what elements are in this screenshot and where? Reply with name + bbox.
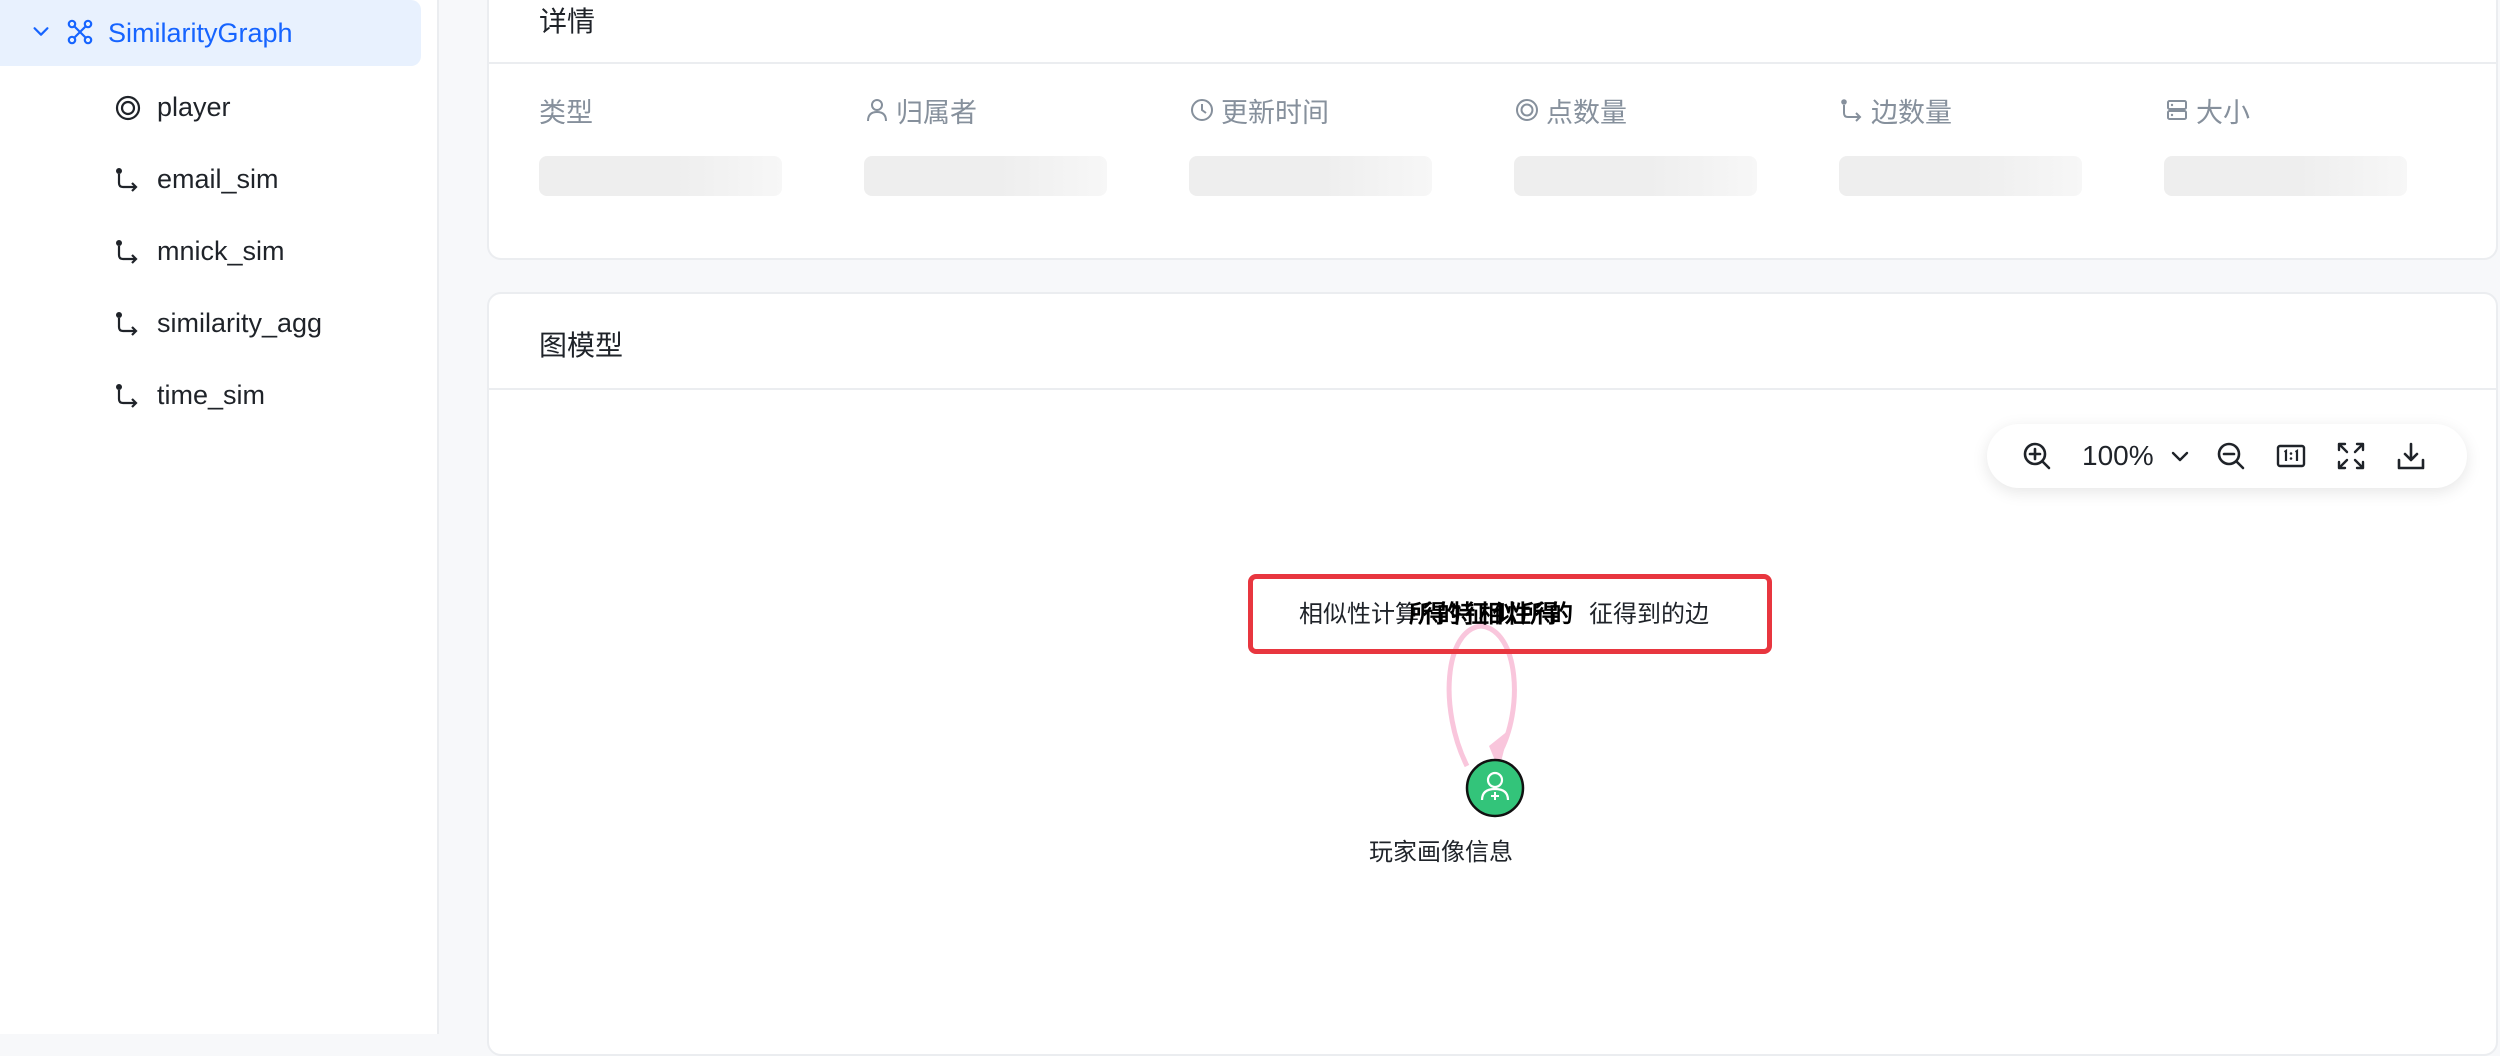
tree-item-similarity-agg[interactable]: similarity_agg [0, 294, 421, 354]
tree-item-label: player [157, 92, 231, 122]
field-label: 归属者 [896, 97, 977, 128]
graph-model-title: 图模型 [539, 330, 624, 361]
edge-label-tail: 征得到的边 [1589, 601, 1709, 628]
skeleton-placeholder [864, 156, 1107, 196]
divider [489, 62, 2496, 64]
tree-item-label: SimilarityGraph [108, 18, 293, 48]
edge-label[interactable]: 相似性计算 征得到的边 所得的特征相似性所得的 [1299, 594, 1709, 629]
graph-model-card: 图模型 100% 相似性计算 征得到的边 所得的特征相似性所得的 玩家画像信息 [487, 292, 2498, 1056]
field-size: 大小 [2164, 92, 2409, 196]
tree-item-label: time_sim [157, 380, 266, 410]
field-label: 更新时间 [1221, 97, 1329, 128]
field-label: 大小 [2196, 97, 2250, 128]
graph-canvas[interactable] [489, 390, 2496, 1054]
field-vertex-count: 点数量 [1514, 92, 1759, 196]
tree-item-mnick-sim[interactable]: mnick_sim [0, 222, 421, 282]
user-icon [867, 99, 887, 122]
tree-item-label: mnick_sim [157, 236, 285, 266]
edge-icon [116, 240, 138, 264]
tree-item-player[interactable]: player [0, 78, 421, 138]
skeleton-placeholder [1514, 156, 1757, 196]
details-title: 详情 [539, 6, 596, 37]
storage-icon [2167, 100, 2187, 120]
field-label: 类型 [539, 97, 593, 128]
edge-label-text: 相似性计算 [1299, 601, 1419, 628]
vertex-icon [1516, 99, 1538, 121]
tree-item-email-sim[interactable]: email_sim [0, 150, 421, 210]
graph-icon [67, 19, 93, 45]
tree-item-similaritygraph[interactable]: SimilarityGraph [0, 0, 421, 66]
field-owner: 归属者 [864, 92, 1109, 196]
field-edge-count: 边数量 [1839, 92, 2084, 196]
details-card: 详情 类型 归属者 更新时间 点数量 边数量 大小 [487, 0, 2498, 260]
node-label: 玩家画像信息 [1369, 839, 1513, 866]
tree-item-time-sim[interactable]: time_sim [0, 366, 421, 426]
clock-icon [1191, 99, 1213, 121]
chevron-down-icon[interactable] [30, 20, 52, 42]
field-label: 边数量 [1871, 97, 1952, 128]
skeleton-placeholder [2164, 156, 2407, 196]
vertex-icon [115, 95, 141, 121]
overlapping-edge-labels: 所得的特征相似性所得的 [1409, 601, 1573, 628]
edge-icon [116, 312, 138, 336]
field-update-time: 更新时间 [1189, 92, 1434, 196]
tree-item-label: similarity_agg [157, 308, 323, 338]
sidebar: SimilarityGraph player email_sim mnick_s… [0, 0, 439, 1034]
edge-icon [116, 384, 138, 408]
edge-icon [1841, 99, 1862, 122]
skeleton-placeholder [1839, 156, 2082, 196]
tree-item-label: email_sim [157, 164, 279, 194]
skeleton-placeholder [1189, 156, 1432, 196]
field-label: 点数量 [1546, 97, 1627, 128]
field-type: 类型 [539, 92, 784, 196]
skeleton-placeholder [539, 156, 782, 196]
edge-icon [116, 168, 138, 192]
